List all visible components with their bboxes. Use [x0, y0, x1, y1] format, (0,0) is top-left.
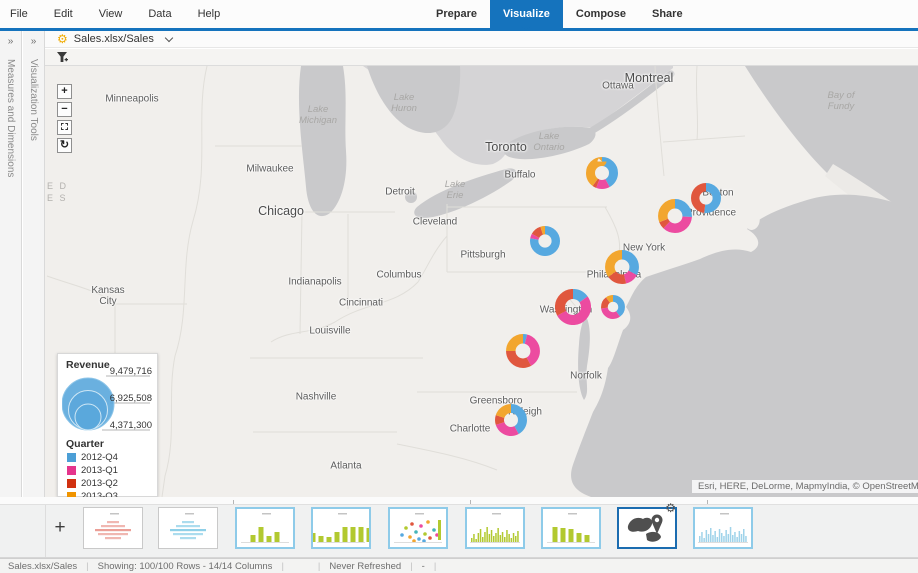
- legend-swatch: [67, 479, 76, 488]
- gallery-item-bars[interactable]: [311, 507, 371, 549]
- dataset-bar: ⚙ Sales.xlsx/Sales: [45, 31, 918, 48]
- map-attribution: Esri, HERE, DeLorme, MapmyIndia, © OpenS…: [692, 480, 918, 493]
- status-bar: Sales.xlsx/Sales|Showing: 100/100 Rows -…: [0, 558, 918, 573]
- basemap: [45, 66, 918, 497]
- status-item: Showing: 100/100 Rows - 14/14 Columns: [98, 561, 273, 572]
- box-zoom-icon: [61, 123, 68, 130]
- menu-view[interactable]: View: [99, 8, 123, 20]
- visualization-gallery: + ⚙: [0, 505, 918, 558]
- expand-panel-icon[interactable]: »: [0, 36, 21, 47]
- map-donut-chart[interactable]: [506, 334, 540, 373]
- map-donut-chart[interactable]: [605, 250, 639, 289]
- menu-file[interactable]: File: [10, 8, 28, 20]
- dataset-title[interactable]: Sales.xlsx/Sales: [74, 33, 154, 45]
- legend-quarter-label: 2013-Q1: [81, 465, 118, 476]
- map-donut-chart[interactable]: [691, 183, 721, 218]
- gallery-item-hist[interactable]: [693, 507, 753, 549]
- chevron-down-icon[interactable]: [165, 33, 173, 41]
- expand-panel-icon[interactable]: »: [23, 36, 44, 47]
- menu-bar: File Edit View Data Help PrepareVisualizeCom…: [0, 0, 918, 28]
- legend-color-title: Quarter: [66, 438, 104, 450]
- menu-edit[interactable]: Edit: [54, 8, 73, 20]
- legend-quarter-item: 2013-Q1: [67, 465, 118, 476]
- legend-size-value: 4,371,300: [110, 420, 152, 431]
- gallery-item-geo[interactable]: ⚙: [617, 507, 677, 549]
- gallery-item-bars[interactable]: [541, 507, 601, 549]
- map-donut-chart[interactable]: [530, 226, 560, 261]
- main-tabs: PrepareVisualizeComposeShare: [423, 0, 696, 28]
- tab-visualize[interactable]: Visualize: [490, 0, 563, 28]
- menu-help[interactable]: Help: [198, 8, 221, 20]
- legend-quarter-label: 2013-Q2: [81, 478, 118, 489]
- status-item: Never Refreshed: [329, 561, 401, 572]
- menu-items: File Edit View Data Help: [10, 0, 220, 28]
- status-item: Sales.xlsx/Sales: [8, 561, 77, 572]
- panel-label: Visualization Tools: [28, 59, 39, 141]
- filter-icon[interactable]: [56, 51, 69, 64]
- panel-measures-and-dimensions[interactable]: » Measures and Dimensions: [0, 31, 22, 497]
- dataset-icon: ⚙: [57, 33, 68, 45]
- gallery-item-tagcloud[interactable]: [83, 507, 143, 549]
- geo-map-canvas[interactable]: MinneapolisMilwaukeeChicagoDetroitClevel…: [45, 66, 918, 497]
- legend-quarter-label: 2012-Q4: [81, 452, 118, 463]
- status-item: -: [422, 561, 425, 572]
- map-box-zoom-button[interactable]: [57, 120, 72, 135]
- app-window: File Edit View Data Help PrepareVisualizeCom…: [0, 0, 918, 573]
- legend-size-value: 9,479,716: [110, 366, 152, 377]
- menu-data[interactable]: Data: [148, 8, 171, 20]
- map-donut-chart[interactable]: [586, 157, 618, 194]
- map-zoom-in-button[interactable]: +: [57, 84, 72, 99]
- map-reset-button[interactable]: ↻: [57, 138, 72, 153]
- legend-swatch: [67, 453, 76, 462]
- panel-visualization-tools[interactable]: » Visualization Tools: [23, 31, 45, 497]
- panel-label: Measures and Dimensions: [5, 59, 16, 177]
- tab-share[interactable]: Share: [639, 0, 696, 28]
- map-zoom-out-button[interactable]: −: [57, 102, 72, 117]
- map-legend: Revenue 9,479,716 6,925,508 4,371,300 Qu…: [57, 353, 158, 497]
- map-donut-chart[interactable]: [495, 404, 527, 441]
- legend-quarter-item: 2012-Q4: [67, 452, 118, 463]
- legend-size-value: 6,925,508: [110, 393, 152, 404]
- filter-toolbar: [45, 49, 918, 66]
- map-donut-chart[interactable]: [555, 289, 591, 330]
- gear-icon[interactable]: ⚙: [665, 502, 676, 514]
- map-donut-chart[interactable]: [658, 199, 692, 238]
- legend-swatch: [67, 466, 76, 475]
- tab-prepare[interactable]: Prepare: [423, 0, 490, 28]
- map-zoom-controls: + − ↻: [57, 84, 72, 153]
- map-donut-chart[interactable]: [601, 295, 625, 324]
- gallery-item-scatter[interactable]: [388, 507, 448, 549]
- gallery-ruler: [0, 497, 918, 505]
- gallery-item-tagcloud[interactable]: [158, 507, 218, 549]
- gallery-item-hist[interactable]: [465, 507, 525, 549]
- gallery-item-bars[interactable]: [235, 507, 295, 549]
- tab-compose[interactable]: Compose: [563, 0, 639, 28]
- legend-quarter-item: 2013-Q2: [67, 478, 118, 489]
- add-visualization-button[interactable]: +: [49, 517, 71, 539]
